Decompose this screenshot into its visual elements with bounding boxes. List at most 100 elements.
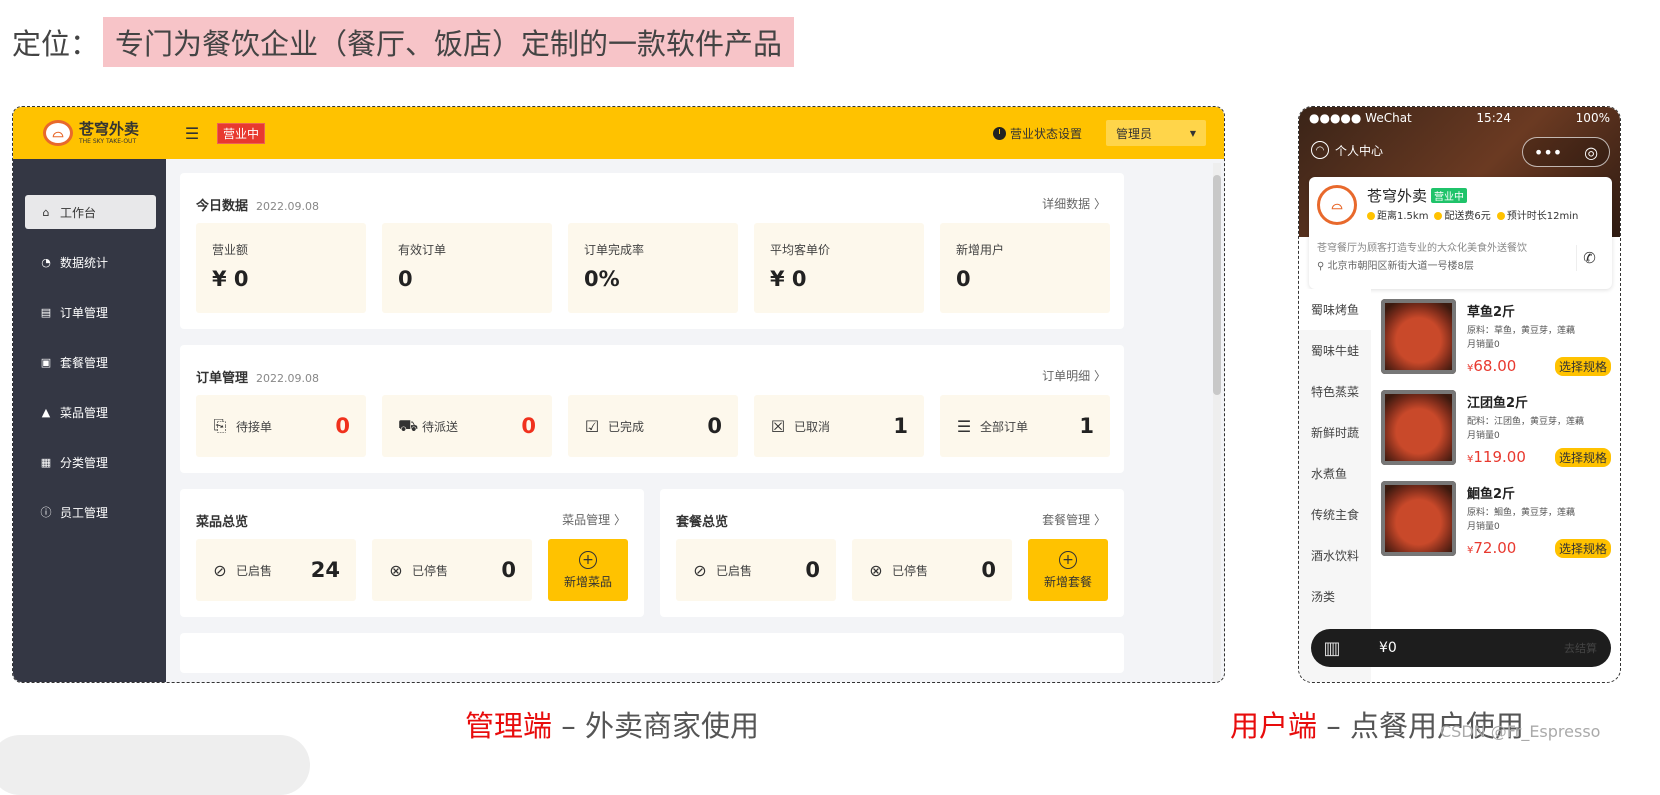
caret-down-icon: ▼ bbox=[1189, 128, 1196, 138]
today-stat[interactable]: 新增用户 0 bbox=[940, 223, 1110, 313]
add-dish-label: 新增菜品 bbox=[563, 574, 612, 589]
status-badge: 营业中 bbox=[217, 122, 266, 144]
add-setmeal-button[interactable]: + 新增套餐 bbox=[1028, 539, 1108, 601]
today-stat[interactable]: 订单完成率 0% bbox=[568, 223, 738, 313]
order-stat-label: 全部订单 bbox=[980, 419, 1029, 434]
status-setting-label: 营业状态设置 bbox=[1009, 126, 1082, 141]
cart-icon[interactable]: ▥ bbox=[1315, 631, 1349, 665]
dish-on-sale-stat[interactable]: ⊘ 已启售 24 bbox=[196, 539, 356, 601]
setmeal-on-sale-label: 已启售 bbox=[716, 563, 753, 578]
today-stat-value: 0 bbox=[956, 267, 971, 291]
pending-order-icon: ⎘ bbox=[213, 416, 227, 435]
category-item[interactable]: 蜀味牛蛙 bbox=[1299, 330, 1371, 371]
today-stat-value: 0 bbox=[398, 267, 413, 291]
today-stat-value: 0% bbox=[584, 267, 620, 291]
today-date: 2022.09.08 bbox=[256, 200, 319, 213]
user-icon: ◠ bbox=[1311, 141, 1329, 159]
select-spec-button[interactable]: 选择规格 bbox=[1554, 539, 1611, 558]
setmeal-overview-title: 套餐总览 bbox=[676, 515, 729, 530]
sidebar-item-5[interactable]: ▦ 分类管理 bbox=[25, 445, 156, 479]
admin-logo[interactable]: ⌓ 苍穹外卖 THE SKY TAKE-OUT bbox=[13, 120, 173, 146]
category-item[interactable]: 汤类 bbox=[1299, 576, 1371, 617]
category-item[interactable]: 酒水饮料 bbox=[1299, 535, 1371, 576]
phone-call-icon[interactable]: ✆ bbox=[1576, 245, 1602, 271]
today-stat[interactable]: 营业额 ¥ 0 bbox=[196, 223, 366, 313]
close-miniapp-icon[interactable]: ◎ bbox=[1584, 143, 1598, 162]
sidebar-item-3[interactable]: ▣ 套餐管理 bbox=[25, 345, 156, 379]
dish-overview-title: 菜品总览 bbox=[196, 515, 249, 530]
order-stat[interactable]: ☰ 全部订单 1 bbox=[940, 395, 1110, 457]
more-icon[interactable]: ••• bbox=[1534, 143, 1562, 162]
status-setting-button[interactable]: 营业状态设置 bbox=[992, 125, 1082, 142]
eta: 预计时长12min bbox=[1496, 207, 1578, 222]
dish-overview-card: 菜品总览 菜品管理 〉 ⊘ 已启售 24 ⊗ 已停售 0 + 新增菜品 bbox=[180, 489, 644, 617]
next-card bbox=[180, 633, 1124, 673]
today-stat-label: 平均客单价 bbox=[770, 243, 831, 257]
dish-off-sale-label: 已停售 bbox=[412, 563, 449, 578]
order-detail-link[interactable]: 订单明细 〉 bbox=[1042, 367, 1106, 384]
shop-description: 苍穹餐厅为顾客打造专业的大众化美食外送餐饮 bbox=[1317, 243, 1527, 254]
dish-material: 原料：草鱼，黄豆芽，莲藕 bbox=[1467, 326, 1576, 336]
setmeal-on-sale-stat[interactable]: ⊘ 已启售 0 bbox=[676, 539, 836, 601]
order-stat-label: 已取消 bbox=[794, 419, 831, 434]
setmeal-overview-card: 套餐总览 套餐管理 〉 ⊘ 已启售 0 ⊗ 已停售 0 + 新增套餐 bbox=[660, 489, 1124, 617]
dish-sales: 月销量0 bbox=[1467, 522, 1500, 532]
dish-image bbox=[1381, 481, 1456, 556]
cart-bar[interactable]: ▥ ¥0 去结算 bbox=[1311, 629, 1611, 667]
today-detail-link[interactable]: 详细数据 〉 bbox=[1042, 195, 1106, 212]
sidebar-item-2[interactable]: ▤ 订单管理 bbox=[25, 295, 156, 329]
dish-price: ¥68.00 bbox=[1467, 357, 1516, 375]
admin-screen: ⌓ 苍穹外卖 THE SKY TAKE-OUT ☰ 营业中 营业状态设置 管理员… bbox=[12, 106, 1225, 683]
order-stat-value: 0 bbox=[521, 414, 536, 438]
logo-subtitle: THE SKY TAKE-OUT bbox=[79, 137, 137, 145]
category-item[interactable]: 蜀味烤鱼 bbox=[1299, 289, 1371, 330]
category-item[interactable]: 传统主食 bbox=[1299, 494, 1371, 535]
dish-off-sale-stat[interactable]: ⊗ 已停售 0 bbox=[372, 539, 532, 601]
select-spec-button[interactable]: 选择规格 bbox=[1554, 448, 1611, 467]
select-spec-button[interactable]: 选择规格 bbox=[1554, 357, 1611, 376]
menu-toggle-icon[interactable]: ☰ bbox=[183, 124, 201, 143]
battery: 100% bbox=[1575, 111, 1610, 125]
add-dish-button[interactable]: + 新增菜品 bbox=[548, 539, 628, 601]
clock-time: 15:24 bbox=[1476, 111, 1512, 125]
user-select[interactable]: 管理员 ▼ bbox=[1106, 120, 1206, 146]
category-item[interactable]: 新鲜时蔬 bbox=[1299, 412, 1371, 453]
distance: 距离1.5km bbox=[1367, 207, 1428, 222]
scrollbar-thumb[interactable] bbox=[1213, 175, 1221, 395]
dish-name: 江团鱼2斤 bbox=[1467, 396, 1529, 411]
order-stat[interactable]: ⛟ 待派送 0 bbox=[382, 395, 552, 457]
info-icon: ⓘ bbox=[40, 506, 52, 519]
setmeal-manage-link[interactable]: 套餐管理 〉 bbox=[1042, 511, 1106, 528]
category-item[interactable]: 水煮鱼 bbox=[1299, 453, 1371, 494]
sidebar-item-6[interactable]: ⓘ 员工管理 bbox=[25, 495, 156, 529]
order-stat[interactable]: ⎘ 待接单 0 bbox=[196, 395, 366, 457]
logo-mark-icon: ⌓ bbox=[43, 120, 73, 146]
category-item[interactable]: 特色蒸菜 bbox=[1299, 371, 1371, 412]
sidebar-item-4[interactable]: ▲ 菜品管理 bbox=[25, 395, 156, 429]
dish-price-value: 68.00 bbox=[1473, 357, 1517, 375]
clipboard-icon: ▤ bbox=[40, 305, 52, 319]
dish-price: ¥119.00 bbox=[1467, 448, 1526, 466]
dish-manage-link[interactable]: 菜品管理 〉 bbox=[562, 511, 626, 528]
setmeal-off-sale-stat[interactable]: ⊗ 已停售 0 bbox=[852, 539, 1012, 601]
sidebar-item-1[interactable]: ◔ 数据统计 bbox=[25, 245, 156, 279]
all-orders-icon: ☰ bbox=[956, 416, 972, 436]
sidebar-item-label: 套餐管理 bbox=[60, 355, 109, 370]
dish-icon: ▲ bbox=[41, 405, 51, 419]
dish-price: ¥72.00 bbox=[1467, 539, 1516, 557]
checkout-button[interactable]: 去结算 bbox=[1564, 640, 1597, 656]
main-scrollbar[interactable] bbox=[1213, 163, 1221, 682]
dish-item[interactable]: 鮰鱼2斤 原料：鮰鱼，黄豆芽，莲藕 月销量0 ¥72.00 选择规格 bbox=[1381, 481, 1611, 561]
order-card: 订单管理 2022.09.08 订单明细 〉 ⎘ 待接单 0 ⛟ 待派送 0 ☑ 已完成 0 ☒ 已… bbox=[180, 345, 1124, 473]
order-stat[interactable]: ☒ 已取消 1 bbox=[754, 395, 924, 457]
order-stat[interactable]: ☑ 已完成 0 bbox=[568, 395, 738, 457]
dish-item[interactable]: 江团鱼2斤 配料：江团鱼，黄豆芽，莲藕 月销量0 ¥119.00 选择规格 bbox=[1381, 390, 1611, 470]
plus-circle-icon: + bbox=[579, 550, 597, 569]
order-date: 2022.09.08 bbox=[256, 372, 319, 385]
today-stat[interactable]: 平均客单价 ¥ 0 bbox=[754, 223, 924, 313]
sidebar-item-0[interactable]: ⌂ 工作台 bbox=[25, 195, 156, 229]
dish-price-value: 119.00 bbox=[1473, 448, 1526, 466]
today-stat[interactable]: 有效订单 0 bbox=[382, 223, 552, 313]
user-center-button[interactable]: ◠ 个人中心 bbox=[1311, 141, 1383, 159]
dish-item[interactable]: 草鱼2斤 原料：草鱼，黄豆芽，莲藕 月销量0 ¥68.00 选择规格 bbox=[1381, 299, 1611, 379]
